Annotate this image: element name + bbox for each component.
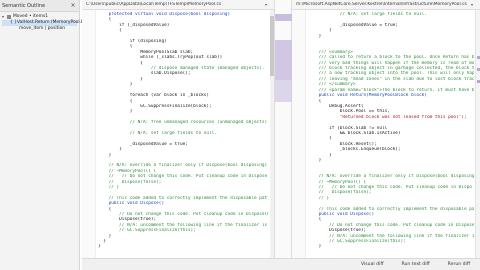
rerun-diff-button[interactable]: Rerun diff	[448, 262, 470, 267]
outline-tree: ▾ Moved • items1{ }ValHost.Return (Memory…	[0, 12, 95, 34]
diff-band	[275, 80, 293, 102]
code-line: // N/A: override a finalizer only if Dis…	[308, 174, 474, 180]
chevron-down-icon[interactable]: ▾	[262, 2, 270, 7]
code-line: // N/A: override a finalizer only if Dis…	[98, 163, 268, 169]
diff-band	[275, 40, 293, 80]
code-line: // N/A: free unmanaged resources (unmana…	[98, 120, 268, 126]
semantic-outline-panel: Semantic Outline × ▾ Moved • items1{ }Val…	[0, 0, 95, 270]
visual-diff-button[interactable]: Visual diff	[361, 262, 384, 267]
outline-item[interactable]: move_item | position	[2, 26, 77, 32]
right-code-view[interactable]: // N/A: set large fields to null. _dispo…	[292, 10, 480, 258]
outline-header: Semantic Outline ×	[0, 0, 79, 12]
code-line: // // Do not change this code. Put clean…	[98, 174, 268, 180]
left-code-view[interactable]: protected virtual void Dispose(bool disp…	[82, 10, 274, 258]
chevron-down-icon[interactable]: ▾	[468, 2, 476, 7]
diff-band	[275, 14, 293, 21]
outline-item-label: move_item | position	[19, 26, 66, 31]
code-line: }	[98, 244, 101, 250]
left-gutter	[82, 10, 96, 258]
left-file-path: C:\Users\public\AppData\Local\Temp\TFSTe…	[86, 2, 222, 7]
code-line: /// called to return a block to the pool…	[308, 55, 474, 61]
code-line: }	[308, 244, 322, 250]
right-file-path: m:\Microsoft.AspNetCore.Server.Kestrel\I…	[296, 2, 467, 7]
right-code-text: // N/A: set large fields to null. _dispo…	[308, 12, 474, 250]
run-text-diff-button[interactable]: Run text diff	[402, 262, 430, 267]
left-code-text: protected virtual void Dispose(bool disp…	[98, 12, 268, 250]
symbol-icon	[7, 15, 11, 19]
diff-connector	[274, 0, 293, 258]
left-editor-pane: C:\Users\public\AppData\Local\Temp\TFSTe…	[82, 0, 274, 258]
code-line: "Returned block was not leased from this…	[308, 114, 467, 120]
right-overview-ruler[interactable]	[475, 10, 480, 258]
right-path-bar: m:\Microsoft.AspNetCore.Server.Kestrel\I…	[292, 0, 480, 10]
close-icon[interactable]: ×	[69, 2, 77, 9]
status-bar: Visual diff Run text diff Rerun diff	[82, 258, 480, 270]
right-editor-pane: m:\Microsoft.AspNetCore.Server.Kestrel\I…	[292, 0, 480, 258]
right-gutter	[292, 10, 306, 258]
left-path-bar: C:\Users\public\AppData\Local\Temp\TFSTe…	[82, 0, 274, 10]
outline-title: Semantic Outline	[2, 2, 46, 9]
